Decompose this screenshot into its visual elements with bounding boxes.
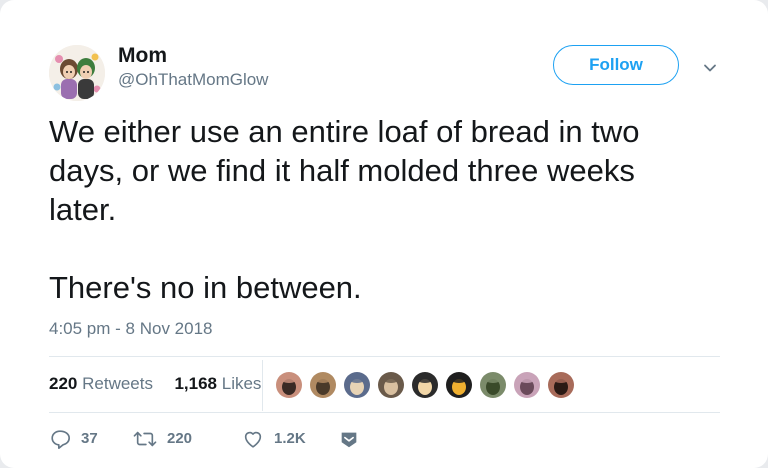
liker-avatar[interactable] <box>274 370 304 400</box>
heart-icon <box>244 431 262 448</box>
liker-avatar-image <box>310 372 336 398</box>
user-handle[interactable]: @OhThatMomGlow <box>118 70 268 90</box>
engagement-stats: 220 Retweets 1,168 Likes <box>49 373 261 395</box>
tweet-timestamp[interactable]: 4:05 pm - 8 Nov 2018 <box>49 318 212 340</box>
liker-avatar-image <box>480 372 506 398</box>
liker-avatar[interactable] <box>376 370 406 400</box>
liker-avatar-image <box>514 372 540 398</box>
likes-count: 1,168 <box>174 374 217 393</box>
follow-button[interactable]: Follow <box>553 45 679 85</box>
reply-count: 37 <box>81 430 98 447</box>
liker-avatar-image <box>548 372 574 398</box>
message-icon <box>341 432 357 448</box>
avatar-illustration <box>49 45 105 101</box>
display-name[interactable]: Mom <box>118 44 167 68</box>
reply-button[interactable]: 37 <box>49 428 98 450</box>
retweet-button[interactable]: 220 <box>133 428 192 450</box>
retweets-stat[interactable]: 220 Retweets <box>49 374 153 393</box>
divider <box>49 412 720 413</box>
liker-avatar[interactable] <box>546 370 576 400</box>
like-count: 1.2K <box>274 430 306 447</box>
retweet-icon <box>133 431 157 447</box>
liker-avatar[interactable] <box>308 370 338 400</box>
likes-stat[interactable]: 1,168 Likes <box>174 374 261 393</box>
liker-avatar-image <box>412 372 438 398</box>
liker-avatar-image <box>378 372 404 398</box>
likes-label: Likes <box>221 374 262 393</box>
tweet-text: We either use an entire loaf of bread in… <box>49 114 640 305</box>
liker-avatar[interactable] <box>444 370 474 400</box>
liker-avatar[interactable] <box>478 370 508 400</box>
retweets-label: Retweets <box>82 374 153 393</box>
liker-avatar-image <box>344 372 370 398</box>
liker-avatar[interactable] <box>342 370 372 400</box>
direct-message-button[interactable] <box>338 428 360 450</box>
liker-avatar-image <box>446 372 472 398</box>
liker-avatar[interactable] <box>512 370 542 400</box>
like-button[interactable]: 1.2K <box>242 428 306 450</box>
divider <box>49 356 720 357</box>
chevron-down-icon[interactable] <box>700 58 720 78</box>
retweets-count: 220 <box>49 374 78 393</box>
retweet-count: 220 <box>167 430 193 447</box>
user-avatar[interactable] <box>49 45 105 101</box>
liker-avatar-image <box>276 372 302 398</box>
tweet-card: Mom @OhThatMomGlow Follow We either use … <box>0 0 768 468</box>
stats-separator <box>262 360 263 411</box>
liker-avatar[interactable] <box>410 370 440 400</box>
reply-icon <box>51 430 70 449</box>
